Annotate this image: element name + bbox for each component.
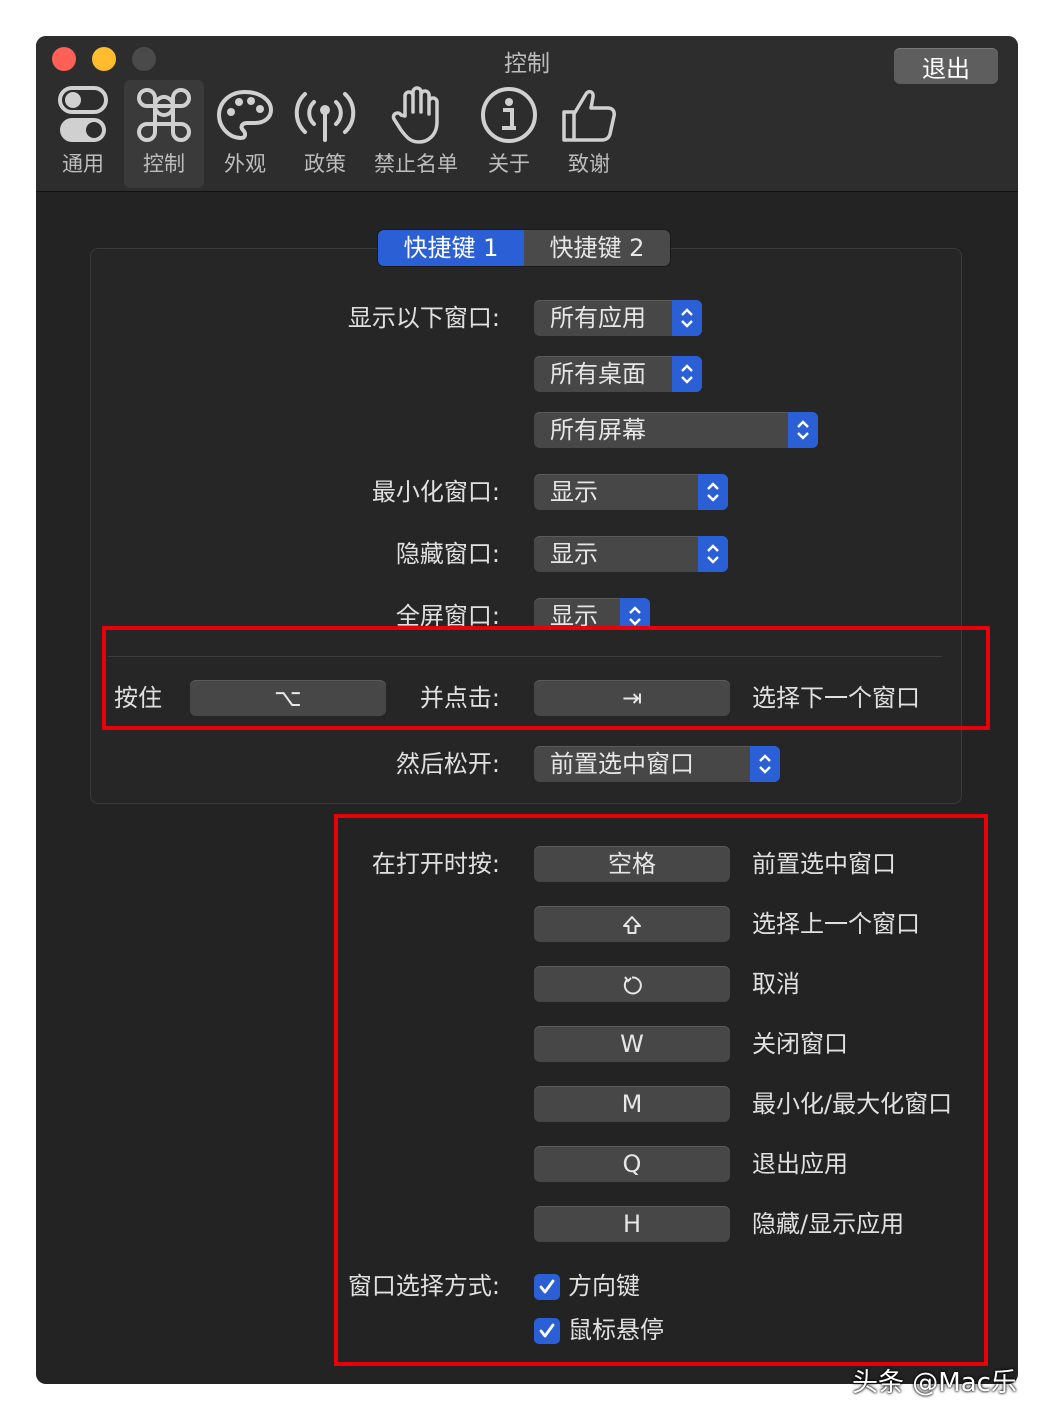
highlight-box [102, 626, 990, 730]
hand-icon [391, 86, 439, 144]
shortcut-segmented-control: 快捷键 1 快捷键 2 [378, 230, 670, 266]
popup-value: 显示 [550, 602, 598, 626]
tab-shortcut-1[interactable]: 快捷键 1 [378, 230, 524, 266]
fullscreen-row-clip: 全屏窗口: 显示 [256, 596, 676, 626]
fullscreen-windows-popup[interactable]: 显示 [534, 598, 650, 626]
updown-chevron-icon [672, 300, 702, 336]
tab-control[interactable]: 控制 [124, 80, 204, 188]
popup-value: 所有应用 [550, 304, 646, 332]
tab-label: 政策 [304, 152, 346, 176]
hidden-windows-label: 隐藏窗口: [395, 540, 500, 568]
tab-credits[interactable]: 致谢 [550, 80, 628, 188]
updown-chevron-icon [698, 474, 728, 510]
highlight-box [334, 814, 988, 1366]
info-icon [481, 87, 537, 143]
tab-about[interactable]: 关于 [470, 80, 548, 188]
tab-label: 外观 [224, 152, 266, 176]
updown-chevron-icon [698, 536, 728, 572]
tab-appearance[interactable]: 外观 [206, 80, 284, 188]
tab-label: 致谢 [568, 152, 610, 176]
minimized-windows-label: 最小化窗口: [371, 478, 500, 506]
command-icon [137, 88, 191, 142]
updown-chevron-icon [672, 356, 702, 392]
updown-chevron-icon [620, 598, 650, 626]
show-screens-popup[interactable]: 所有屏幕 [534, 412, 818, 448]
popup-value: 所有屏幕 [550, 416, 646, 444]
updown-chevron-icon [750, 746, 780, 782]
show-desktops-popup[interactable]: 所有桌面 [534, 356, 702, 392]
fullscreen-windows-label: 全屏窗口: [395, 602, 500, 626]
thumbs-up-icon [562, 89, 616, 142]
popup-value: 显示 [550, 540, 598, 568]
tab-label: 通用 [62, 152, 104, 176]
tab-label: 关于 [488, 152, 530, 176]
window-title: 控制 [504, 51, 550, 77]
popup-value: 所有桌面 [550, 360, 646, 388]
toggles-icon [58, 86, 108, 142]
tab-label: 禁止名单 [374, 152, 458, 176]
updown-chevron-icon [788, 412, 818, 448]
show-windows-label: 显示以下窗口: [347, 304, 500, 332]
release-label: 然后松开: [395, 750, 500, 778]
tab-general[interactable]: 通用 [44, 80, 122, 188]
tab-blacklist[interactable]: 禁止名单 [368, 80, 464, 188]
show-apps-popup[interactable]: 所有应用 [534, 300, 702, 336]
tab-shortcut-2[interactable]: 快捷键 2 [524, 230, 670, 266]
palette-icon [216, 89, 274, 141]
quit-button[interactable]: 退出 [894, 48, 998, 84]
antenna-icon [294, 92, 356, 142]
popup-value: 前置选中窗口 [550, 750, 694, 778]
tab-label: 控制 [143, 152, 185, 176]
popup-value: 显示 [550, 478, 598, 506]
hidden-windows-popup[interactable]: 显示 [534, 536, 728, 572]
release-action-popup[interactable]: 前置选中窗口 [534, 746, 780, 782]
watermark: 头条 @Mac乐 [852, 1368, 1017, 1398]
titlebar: 控制 退出 通用 控制 外观 政策 禁止名单 关于 致谢 [36, 36, 1018, 192]
minimized-windows-popup[interactable]: 显示 [534, 474, 728, 510]
tab-policy[interactable]: 政策 [286, 80, 364, 188]
